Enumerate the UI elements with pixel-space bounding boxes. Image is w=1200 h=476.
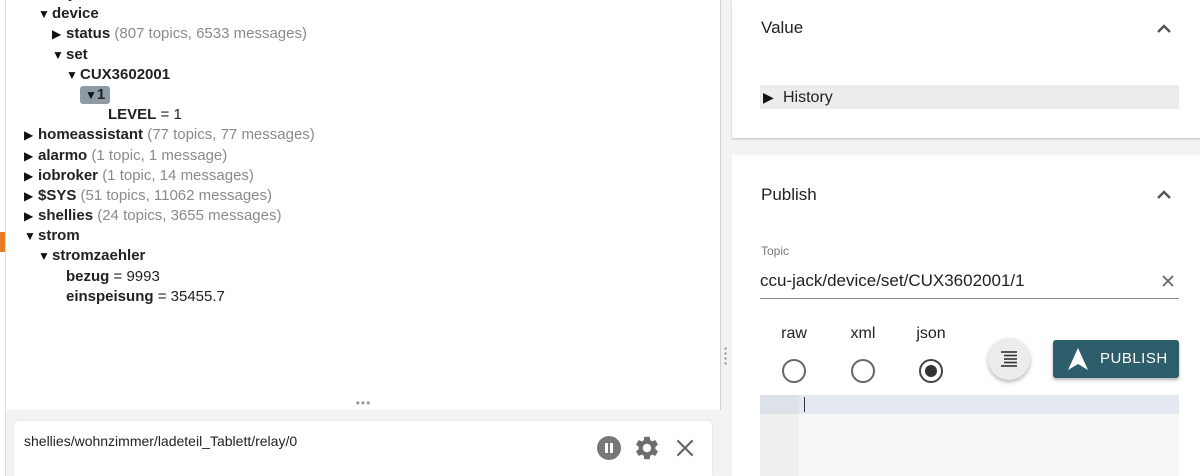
selected-topic-path: shellies/wohnzimmer/ladeteil_Tablett/rel… — [24, 433, 298, 449]
selected-topic-bar: shellies/wohnzimmer/ladeteil_Tablett/rel… — [14, 421, 712, 476]
tree-node-name: alarmo — [38, 146, 88, 164]
tree-node[interactable]: ▼ device — [24, 4, 315, 24]
value-panel-title: Value — [761, 18, 804, 37]
tree-node[interactable]: ▶ shellies (24 topics, 3655 messages) — [24, 206, 315, 226]
tree-node-name: 1 — [96, 85, 106, 103]
chevron-up-icon[interactable] — [1152, 183, 1176, 207]
selected-node-badge[interactable]: ▼1 — [80, 85, 111, 104]
format-align-icon — [1001, 351, 1017, 367]
tree-node-name: einspeisung — [66, 287, 154, 305]
history-label: History — [783, 89, 833, 106]
expand-triangle-icon[interactable]: ▶ — [24, 206, 38, 226]
expand-triangle-icon[interactable]: ▶ — [24, 186, 38, 206]
value-panel: Value ▶ History — [732, 0, 1200, 138]
topic-input[interactable] — [760, 265, 1150, 297]
tree-node-meta: (24 topics, 3655 messages) — [97, 207, 282, 225]
collapse-triangle-icon[interactable]: ▼ — [24, 0, 38, 4]
tree-node-name: iobroker — [38, 166, 99, 184]
topic-field-label: Topic — [761, 244, 790, 258]
background-window-accent — [0, 232, 5, 252]
tree-node[interactable]: ▶ iobroker (1 topic, 14 messages) — [24, 166, 315, 186]
editor-cursor — [804, 397, 805, 412]
tree-node-meta: (1 topic, 14 messages) — [102, 166, 254, 184]
tree-node[interactable]: ▼ set — [24, 45, 315, 65]
tree-node[interactable]: bezug = 9993 — [24, 267, 315, 287]
topic-tree[interactable]: ▼ccu-jack▼device▶status (807 topics, 653… — [24, 0, 315, 307]
tree-node-name: CUX3602001 — [80, 65, 171, 83]
tree-node-name: device — [52, 5, 99, 23]
tree-node-name: shellies — [38, 207, 94, 225]
tree-node[interactable]: einspeisung = 35455.7 — [24, 287, 315, 307]
format-payload-button[interactable] — [988, 338, 1030, 380]
publish-button[interactable]: PUBLISH — [1053, 340, 1179, 378]
topic-tree-pane[interactable]: ▼ccu-jack▼device▶status (807 topics, 653… — [6, 0, 721, 410]
format-label-raw: raw — [781, 325, 807, 342]
vertical-splitter[interactable] — [721, 0, 731, 476]
collapse-triangle-icon[interactable]: ▼ — [24, 226, 38, 246]
format-radio-xml[interactable] — [851, 359, 875, 383]
tree-node-value: 9993 — [126, 267, 160, 285]
collapse-triangle-icon[interactable]: ▼ — [38, 246, 52, 266]
tree-node-meta: (51 topics, 11062 messages) — [80, 186, 273, 204]
tree-node-name: status — [66, 25, 111, 43]
payload-editor[interactable] — [760, 395, 1179, 476]
publish-panel: Publish Topic raw xml json PUBLISH — [732, 155, 1200, 476]
collapse-triangle-icon[interactable]: ▼ — [52, 45, 66, 65]
format-label-json: json — [916, 325, 946, 342]
pause-icon[interactable] — [597, 436, 621, 460]
clear-topic-icon[interactable] — [1156, 269, 1180, 293]
tree-node[interactable]: ▶ homeassistant (77 topics, 77 messages) — [24, 125, 315, 145]
topic-input-underline — [760, 298, 1179, 299]
tree-node-name: bezug — [66, 267, 110, 285]
expand-triangle-icon[interactable]: ▶ — [52, 24, 66, 44]
horizontal-splitter-handle[interactable]: ••• — [6, 396, 721, 410]
expand-triangle-icon: ▶ — [763, 89, 774, 105]
tree-node-name: stromzaehler — [52, 247, 146, 265]
tree-node-name: $SYS — [38, 186, 77, 204]
tree-node[interactable]: LEVEL = 1 — [24, 105, 315, 125]
tree-node[interactable]: ▶ alarmo (1 topic, 1 message) — [24, 146, 315, 166]
publish-panel-title: Publish — [761, 185, 817, 204]
expand-triangle-icon[interactable]: ▶ — [24, 166, 38, 186]
tree-node-name: ccu-jack — [38, 0, 98, 2]
tree-node-name: LEVEL — [108, 106, 157, 124]
tree-node-meta: (1 topic, 1 message) — [91, 146, 228, 164]
chevron-up-icon[interactable] — [1152, 17, 1176, 41]
tree-node-name: homeassistant — [38, 126, 144, 144]
tree-node-value: 35455.7 — [170, 287, 225, 305]
tree-node-meta: (807 topics, 6533 messages) — [114, 25, 307, 43]
tree-node[interactable]: ▼ stromzaehler — [24, 246, 315, 266]
gear-icon[interactable] — [633, 434, 661, 462]
tree-node[interactable]: ▼ strom — [24, 226, 315, 246]
tree-node[interactable]: ▼1 — [24, 85, 315, 105]
history-toggle[interactable]: ▶ History — [760, 85, 1179, 109]
expand-triangle-icon[interactable]: ▶ — [24, 125, 38, 145]
tree-node[interactable]: ▶ status (807 topics, 6533 messages) — [24, 24, 315, 44]
publish-button-label: PUBLISH — [1100, 350, 1168, 367]
splitter-grip-icon[interactable] — [724, 346, 727, 366]
format-label-xml: xml — [850, 325, 876, 342]
tree-node-name: strom — [38, 227, 80, 245]
collapse-triangle-icon[interactable]: ▼ — [38, 4, 52, 24]
close-icon[interactable] — [672, 435, 698, 461]
tree-node[interactable]: ▼ CUX3602001 — [24, 65, 315, 85]
editor-active-line — [760, 395, 1179, 414]
tree-node-value: 1 — [173, 106, 182, 124]
tree-node-meta: (77 topics, 77 messages) — [147, 126, 315, 144]
format-radio-raw[interactable] — [782, 359, 806, 383]
tree-node-name: set — [66, 45, 88, 63]
send-arrow-icon — [1068, 348, 1088, 370]
tree-node[interactable]: ▶ $SYS (51 topics, 11062 messages) — [24, 186, 315, 206]
collapse-triangle-icon[interactable]: ▼ — [85, 87, 97, 104]
expand-triangle-icon[interactable]: ▶ — [24, 146, 38, 166]
format-radio-json[interactable] — [919, 359, 943, 383]
collapse-triangle-icon[interactable]: ▼ — [66, 65, 80, 85]
